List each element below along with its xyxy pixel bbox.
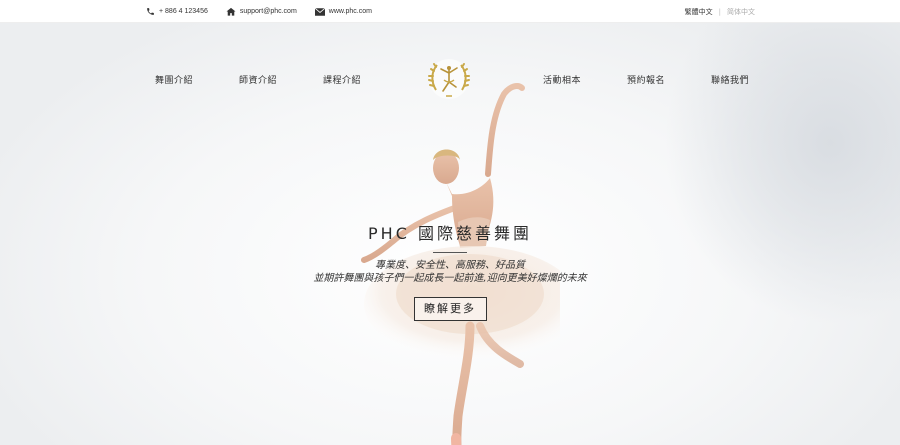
phone-number: + 886 4 123456	[159, 8, 208, 15]
nav-item-about-troupe[interactable]: 舞團介紹	[155, 73, 193, 86]
nav-item-gallery[interactable]: 活動相本	[543, 73, 581, 86]
hero-text-block: PHC 國際慈善舞團 專業度、安全性、高服務、好品質 並期許舞團與孩子們一起成長…	[250, 224, 650, 321]
lang-separator: |	[718, 7, 721, 16]
nav-item-teachers[interactable]: 師資介紹	[239, 73, 277, 86]
nav-item-contact[interactable]: 聯絡我們	[711, 73, 749, 86]
phone-contact[interactable]: + 886 4 123456	[146, 7, 208, 16]
mail-icon	[314, 7, 325, 16]
learn-more-button[interactable]: 瞭解更多	[413, 297, 487, 321]
language-switcher: 繁體中文 | 简体中文	[685, 0, 755, 23]
hero-divider	[433, 252, 467, 253]
contact-info: + 886 4 123456 support@phc.com www.phc.c…	[146, 0, 372, 23]
golden-laurel-dancer-logo[interactable]	[426, 56, 472, 102]
nav-item-registration[interactable]: 預約報名	[627, 73, 665, 86]
top-utility-bar: + 886 4 123456 support@phc.com www.phc.c…	[0, 0, 900, 23]
hero-title: PHC 國際慈善舞團	[368, 224, 532, 243]
hero-subtitle-line1: 專業度、安全性、高服務、好品質	[375, 260, 525, 271]
hero-subtitle-line2: 並期許舞團與孩子們一起成長一起前進,迎向更美好燦爛的未來	[313, 273, 587, 284]
website-contact[interactable]: www.phc.com	[314, 7, 372, 16]
email-contact[interactable]: support@phc.com	[226, 7, 297, 16]
hero-section: 舞團介紹 師資介紹 課程介紹 活動相本 預約報名 聯絡我們 PHC 國際慈善舞團…	[0, 23, 900, 445]
home-icon	[226, 7, 236, 16]
website-url: www.phc.com	[328, 8, 372, 15]
lang-simplified-chinese[interactable]: 简体中文	[727, 7, 755, 17]
phone-icon	[147, 8, 154, 15]
email-address: support@phc.com	[239, 8, 297, 15]
lang-traditional-chinese[interactable]: 繁體中文	[685, 7, 713, 17]
nav-item-courses[interactable]: 課程介紹	[323, 73, 361, 86]
